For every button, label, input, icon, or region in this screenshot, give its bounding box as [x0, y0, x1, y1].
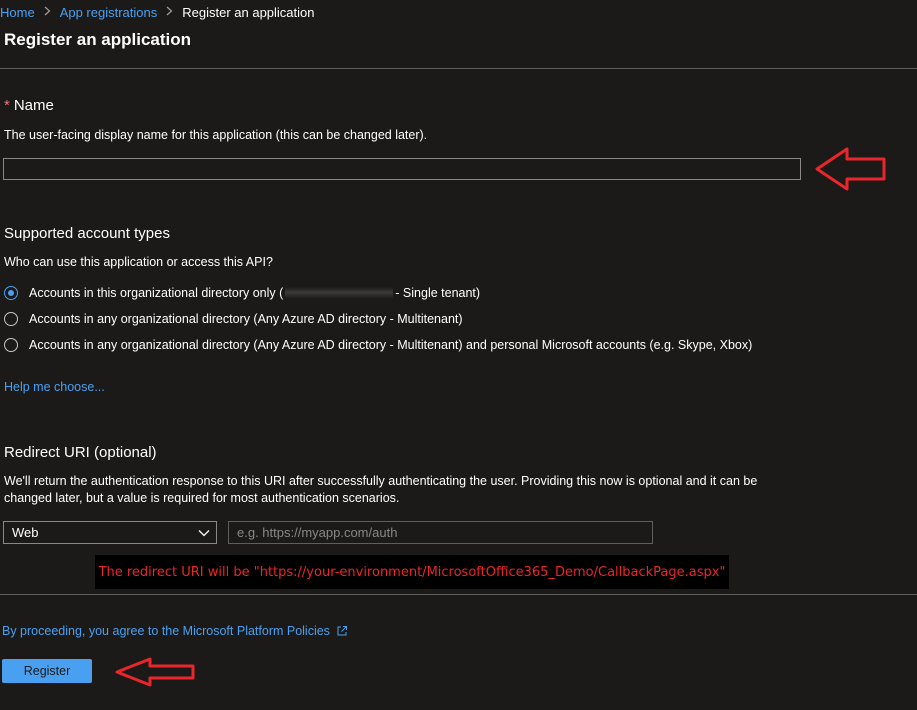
page-title: Register an application [4, 30, 192, 49]
redacted-text [285, 287, 394, 299]
platform-policies-text: By proceeding, you agree to the Microsof… [2, 624, 330, 638]
redirect-uri-annotation: The redirect URI will be "https://your-e… [95, 555, 729, 589]
redirect-heading: Redirect URI (optional) [4, 444, 157, 461]
breadcrumb-home[interactable]: Home [0, 5, 35, 20]
radio-multitenant-personal-label: Accounts in any organizational directory… [29, 338, 753, 352]
radio-single-tenant-label-prefix: Accounts in this organizational director… [29, 286, 284, 300]
platform-policies-link[interactable]: By proceeding, you agree to the Microsof… [2, 624, 348, 638]
radio-multitenant-label: Accounts in any organizational directory… [29, 312, 463, 326]
account-types-heading: Supported account types [4, 225, 170, 242]
redirect-uri-input[interactable] [228, 521, 653, 544]
breadcrumb-current: Register an application [182, 4, 315, 20]
chevron-right-icon [44, 6, 51, 19]
breadcrumb-app-registrations[interactable]: App registrations [60, 5, 158, 20]
required-marker: * [4, 97, 10, 114]
radio-unchecked-icon[interactable] [4, 312, 18, 326]
radio-multitenant-personal[interactable]: Accounts in any organizational directory… [4, 338, 752, 352]
redirect-uri-annotation-text: The redirect URI will be "https://your-e… [98, 564, 726, 580]
platform-select-value: Web [12, 525, 39, 540]
footer-divider [0, 594, 917, 595]
title-divider [0, 68, 917, 69]
platform-select[interactable]: Web [3, 521, 217, 544]
radio-single-tenant-label-suffix: - Single tenant) [395, 286, 481, 300]
external-link-icon [337, 626, 347, 636]
redirect-description-line1: We'll return the authentication response… [4, 474, 758, 488]
register-app-page: Home App registrations Register an appli… [0, 0, 917, 710]
name-heading: * Name [4, 97, 54, 114]
name-label: Name [13, 97, 54, 114]
redirect-description-line2: changed later, but a value is required f… [4, 491, 400, 505]
radio-single-tenant[interactable]: Accounts in this organizational director… [4, 286, 480, 300]
chevron-down-icon [198, 529, 210, 536]
breadcrumb: Home App registrations Register an appli… [0, 4, 315, 20]
name-description: The user-facing display name for this ap… [4, 128, 428, 142]
radio-checked-icon[interactable] [4, 286, 18, 300]
help-me-choose-link[interactable]: Help me choose... [4, 380, 105, 394]
chevron-right-icon [166, 6, 173, 19]
annotation-arrow-left-icon [815, 147, 886, 191]
name-input[interactable] [3, 158, 801, 180]
register-button[interactable]: Register [2, 659, 92, 683]
annotation-arrow-left-icon [115, 657, 195, 687]
radio-unchecked-icon[interactable] [4, 338, 18, 352]
radio-multitenant[interactable]: Accounts in any organizational directory… [4, 312, 463, 326]
account-types-question: Who can use this application or access t… [4, 255, 273, 269]
